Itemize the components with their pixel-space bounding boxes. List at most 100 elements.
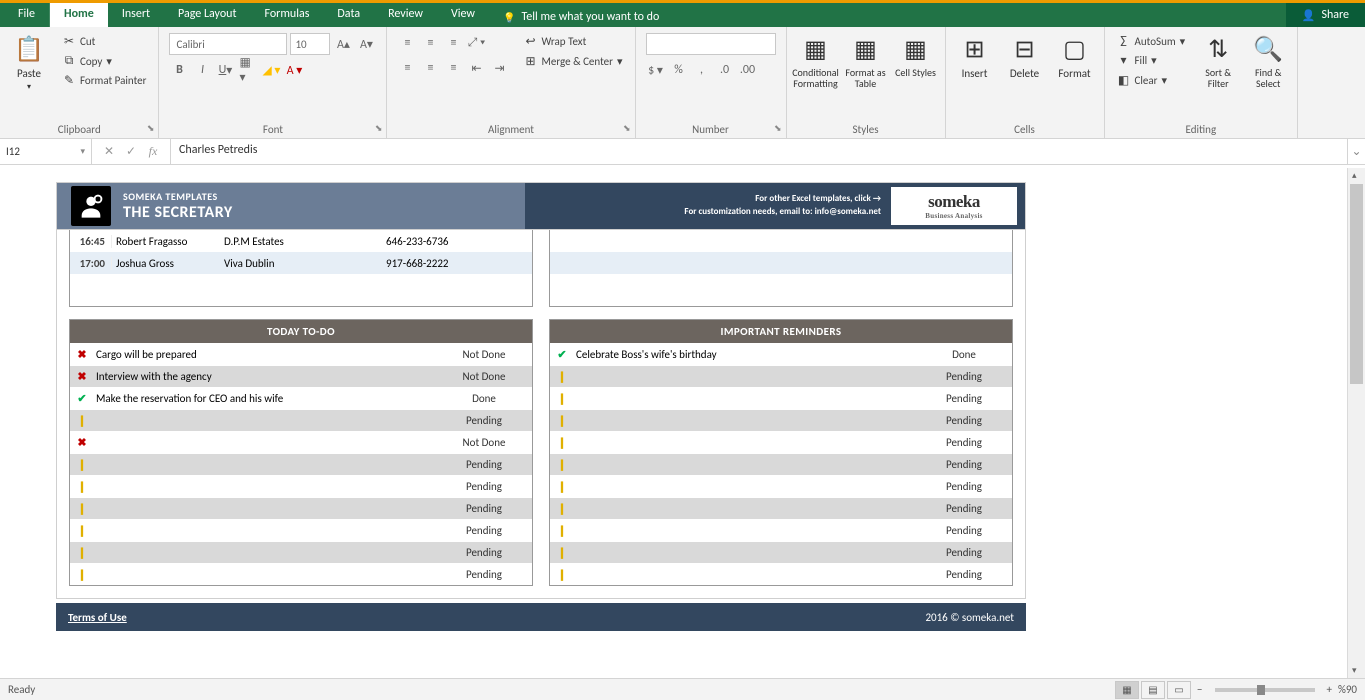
name-box[interactable]: I12 <box>0 139 92 164</box>
increase-font-button[interactable]: A▴ <box>333 34 353 54</box>
list-item[interactable]: ❙Pending <box>70 519 532 541</box>
font-name-select[interactable]: Calibri <box>169 33 287 55</box>
list-item[interactable]: ❙Pending <box>550 365 1012 387</box>
tab-insert[interactable]: Insert <box>108 3 164 27</box>
tab-view[interactable]: View <box>437 3 489 27</box>
font-size-select[interactable]: 10 <box>290 33 330 55</box>
align-bottom-button[interactable]: ≡ <box>443 33 463 53</box>
tell-me-search[interactable]: Tell me what you want to do <box>489 3 673 27</box>
alignment-group-label: Alignment <box>393 121 628 136</box>
percent-format-button[interactable]: % <box>669 60 689 80</box>
align-left-button[interactable]: ≡ <box>397 58 417 78</box>
find-select-button[interactable]: 🔍Find & Select <box>1245 31 1291 91</box>
align-top-button[interactable]: ≡ <box>397 33 417 53</box>
list-item[interactable]: ❙Pending <box>70 497 532 519</box>
align-middle-button[interactable]: ≡ <box>420 33 440 53</box>
borders-button[interactable]: ▦ ▾ <box>238 60 258 80</box>
format-cells-button[interactable]: ▢Format <box>1052 31 1098 82</box>
merge-center-button[interactable]: ⊞Merge & Center ▾ <box>521 53 624 70</box>
list-item[interactable]: ❙Pending <box>70 541 532 563</box>
tab-review[interactable]: Review <box>374 3 437 27</box>
table-row[interactable] <box>550 252 1012 274</box>
bold-button[interactable]: B <box>169 60 189 80</box>
list-item[interactable]: ✔Make the reservation for CEO and his wi… <box>70 387 532 409</box>
worksheet-area[interactable]: SOMEKA TEMPLATES THE SECRETARY For other… <box>0 168 1365 678</box>
paste-button[interactable]: 📋 Paste▾ <box>6 31 52 94</box>
increase-indent-button[interactable]: ⇥ <box>489 58 509 78</box>
copy-button[interactable]: ⧉Copy ▾ <box>60 53 148 69</box>
insert-cells-button[interactable]: ⊞Insert <box>952 31 998 82</box>
table-row[interactable]: 16:45Robert FragassoD.P.M Estates646-233… <box>70 230 532 252</box>
insert-function-button[interactable]: fx <box>142 144 164 159</box>
align-center-button[interactable]: ≡ <box>420 58 440 78</box>
formula-bar: I12 ✕ ✓ fx Charles Petredis ⌄ <box>0 139 1365 165</box>
zoom-slider[interactable] <box>1215 688 1315 692</box>
tab-home[interactable]: Home <box>50 3 108 27</box>
align-right-button[interactable]: ≡ <box>443 58 463 78</box>
tab-data[interactable]: Data <box>323 3 374 27</box>
zoom-thumb[interactable] <box>1257 685 1265 695</box>
enter-formula-button[interactable]: ✓ <box>120 144 142 159</box>
clear-button[interactable]: ◧Clear ▾ <box>1115 72 1188 89</box>
conditional-formatting-button[interactable]: ▦Conditional Formatting <box>793 31 839 91</box>
list-item[interactable]: ❙Pending <box>550 409 1012 431</box>
table-row[interactable] <box>550 230 1012 252</box>
list-item[interactable]: ❙Pending <box>550 497 1012 519</box>
tab-page-layout[interactable]: Page Layout <box>164 3 250 27</box>
tab-formulas[interactable]: Formulas <box>250 3 323 27</box>
number-format-select[interactable] <box>646 33 776 55</box>
sort-filter-button[interactable]: ⇅Sort & Filter <box>1195 31 1241 91</box>
list-item[interactable]: ❙Pending <box>550 431 1012 453</box>
zoom-level[interactable]: %90 <box>1338 683 1357 696</box>
list-item[interactable]: ❙Pending <box>70 563 532 585</box>
cancel-formula-button[interactable]: ✕ <box>98 144 120 159</box>
list-item[interactable]: ❙Pending <box>550 475 1012 497</box>
cut-button[interactable]: ✂Cut <box>60 33 148 50</box>
page-break-view-button[interactable]: ▭ <box>1167 681 1191 699</box>
increase-decimal-button[interactable]: .0 <box>715 60 735 80</box>
list-item[interactable]: ❙Pending <box>550 453 1012 475</box>
list-item[interactable]: ❙Pending <box>550 387 1012 409</box>
expand-formula-bar[interactable]: ⌄ <box>1347 139 1365 164</box>
formula-input[interactable]: Charles Petredis <box>171 139 1347 164</box>
scrollbar-thumb[interactable] <box>1350 184 1363 384</box>
delete-cells-button[interactable]: ⊟Delete <box>1002 31 1048 82</box>
orientation-button[interactable]: ⤢ ▾ <box>466 33 486 53</box>
page-layout-view-button[interactable]: ▤ <box>1141 681 1165 699</box>
tab-file[interactable]: File <box>4 3 50 27</box>
accounting-format-button[interactable]: $ ▾ <box>646 60 666 80</box>
table-row[interactable]: 17:00Joshua GrossViva Dublin917-668-2222 <box>70 252 532 274</box>
list-item[interactable]: ❙Pending <box>550 563 1012 585</box>
list-item[interactable]: ✖Not Done <box>70 431 532 453</box>
wrap-text-button[interactable]: ↩Wrap Text <box>521 33 624 50</box>
cell-styles-button[interactable]: ▦Cell Styles <box>893 31 939 80</box>
normal-view-button[interactable]: ▦ <box>1115 681 1139 699</box>
decrease-font-button[interactable]: A▾ <box>356 34 376 54</box>
zoom-out-button[interactable]: − <box>1197 683 1202 696</box>
list-item[interactable]: ❙Pending <box>70 409 532 431</box>
fill-color-button[interactable]: ◢ ▾ <box>261 60 281 80</box>
decrease-decimal-button[interactable]: .00 <box>738 60 758 80</box>
italic-button[interactable]: I <box>192 60 212 80</box>
list-item[interactable]: ✖Cargo will be preparedNot Done <box>70 343 532 365</box>
appointments-panel: 16:45Robert FragassoD.P.M Estates646-233… <box>69 230 533 307</box>
share-button[interactable]: Share <box>1286 3 1365 27</box>
format-painter-button[interactable]: ✎Format Painter <box>60 72 148 89</box>
format-as-table-button[interactable]: ▦Format as Table <box>843 31 889 91</box>
list-item[interactable]: ❙Pending <box>550 541 1012 563</box>
vertical-scrollbar[interactable] <box>1347 168 1365 678</box>
zoom-in-button[interactable]: + <box>1327 683 1332 696</box>
terms-of-use-link[interactable]: Terms of Use <box>68 611 127 624</box>
underline-button[interactable]: U ▾ <box>215 60 235 80</box>
list-item[interactable]: ❙Pending <box>70 475 532 497</box>
list-item[interactable]: ❙Pending <box>550 519 1012 541</box>
banner-subtitle: SOMEKA TEMPLATES <box>123 190 233 203</box>
fill-button[interactable]: ▾Fill ▾ <box>1115 52 1188 69</box>
comma-format-button[interactable]: , <box>692 60 712 80</box>
autosum-button[interactable]: ∑AutoSum ▾ <box>1115 33 1188 49</box>
decrease-indent-button[interactable]: ⇤ <box>466 58 486 78</box>
font-color-button[interactable]: A ▾ <box>284 60 304 80</box>
list-item[interactable]: ✔Celebrate Boss's wife's birthdayDone <box>550 343 1012 365</box>
list-item[interactable]: ❙Pending <box>70 453 532 475</box>
list-item[interactable]: ✖Interview with the agencyNot Done <box>70 365 532 387</box>
